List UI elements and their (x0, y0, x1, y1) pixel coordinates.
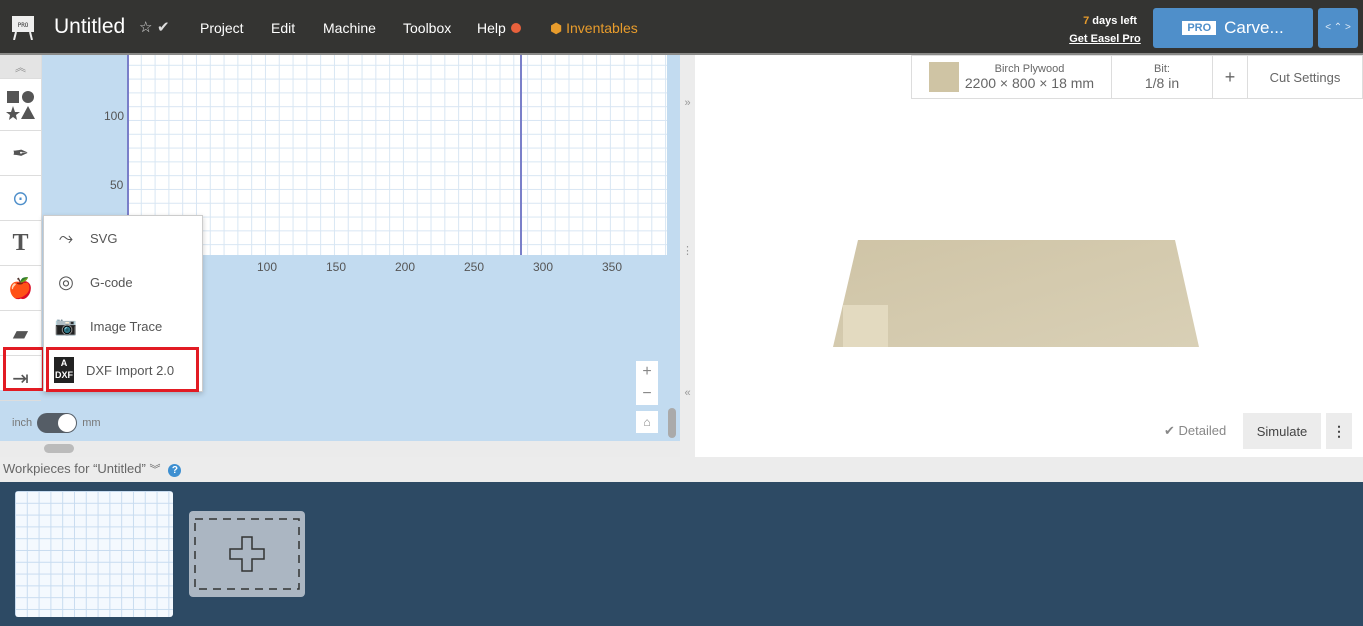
x-tick: 350 (602, 260, 623, 274)
menu-toolbox[interactable]: Toolbox (403, 20, 451, 36)
unit-inch: inch (12, 417, 33, 429)
dxf-highlight (46, 347, 199, 392)
menu-edit[interactable]: Edit (271, 20, 295, 36)
trial-days-left: 7 days left (1070, 15, 1150, 27)
gcode-rings-icon: ◎ (58, 271, 74, 292)
easel-pro-logo[interactable]: PRO (10, 14, 36, 40)
material-edge-right (520, 55, 522, 255)
pen-tool-icon[interactable]: ✒ (0, 131, 41, 176)
project-title[interactable]: Untitled (54, 15, 125, 39)
expand-left-icon[interactable]: « (680, 387, 695, 399)
workpieces-label[interactable]: Workpieces for “Untitled” (3, 461, 146, 476)
x-tick: 150 (326, 260, 347, 274)
x-tick: 300 (533, 260, 554, 274)
menu-project[interactable]: Project (200, 20, 244, 36)
unit-mm: mm (82, 417, 101, 429)
x-tick: 200 (395, 260, 416, 274)
expand-right-icon[interactable]: » (680, 97, 695, 109)
x-tick: 250 (464, 260, 485, 274)
svg-path-icon: ⤳ (58, 227, 74, 248)
add-bit-button[interactable]: + (1213, 56, 1248, 98)
unit-switch[interactable] (37, 413, 78, 433)
menu-label: SVG (90, 230, 118, 246)
3d-material-preview[interactable] (830, 238, 1202, 350)
check-icon: ✔ (1164, 423, 1179, 438)
horizontal-scrollbar-track (0, 441, 680, 457)
carve-region (843, 305, 888, 347)
menu-label: G-code (90, 274, 133, 290)
inventables-link[interactable]: ⬢ Inventables (550, 20, 638, 37)
panel-divider[interactable]: » ⋮ « (680, 55, 695, 457)
simulate-button[interactable]: Simulate (1243, 413, 1321, 449)
bit-label: Bit: (1154, 63, 1170, 75)
zoom-out-button[interactable]: − (636, 383, 658, 405)
material-bar: Birch Plywood 2200 × 800 × 18 mm Bit: 1/8 … (911, 55, 1363, 99)
chevron-down-icon[interactable]: ︾ (149, 464, 160, 476)
shapes-tool-icon[interactable] (0, 79, 41, 131)
zoom-in-button[interactable]: + (636, 361, 658, 383)
y-tick: 50 (110, 178, 124, 192)
cut-settings-button[interactable]: Cut Settings (1248, 56, 1362, 98)
workpieces-header: Workpieces for “Untitled” ︾? (0, 457, 1363, 482)
star-icon[interactable]: ☆ (139, 18, 152, 36)
carve-button[interactable]: PRO Carve... (1153, 8, 1313, 48)
get-easel-pro-link[interactable]: Get Easel Pro (1066, 33, 1144, 45)
drag-handle-icon[interactable]: ⋮ (680, 244, 695, 257)
workpiece-thumbnail[interactable] (15, 491, 173, 617)
vertical-scrollbar[interactable] (668, 408, 676, 438)
plus-icon (194, 518, 300, 590)
import-image-trace[interactable]: 📷 Image Trace (44, 304, 202, 348)
bit-value: 1/8 in (1144, 75, 1180, 91)
top-bar: PRO Untitled ☆ ✔ Project Edit Machine To… (0, 0, 1363, 55)
canvas-grid[interactable] (127, 55, 667, 255)
menu-help[interactable]: Help (477, 20, 521, 36)
add-workpiece-button[interactable] (189, 511, 305, 597)
inventables-label: Inventables (566, 20, 638, 36)
import-highlight (3, 347, 45, 391)
bit-selector[interactable]: Bit: 1/8 in (1112, 56, 1213, 98)
home-view-button[interactable]: ⌂ (636, 411, 658, 433)
apps-apple-icon[interactable]: 🍎 (0, 266, 41, 311)
menu-machine[interactable]: Machine (323, 20, 376, 36)
days-text: days left (1089, 15, 1137, 27)
import-gcode[interactable]: ◎ G-code (44, 260, 202, 304)
point-tool-icon[interactable]: ⊙ (0, 176, 41, 221)
pro-badge: PRO (1182, 21, 1217, 35)
svg-text:PRO: PRO (18, 22, 29, 29)
saved-check-icon: ✔ (157, 19, 170, 36)
import-svg[interactable]: ⤳ SVG (44, 216, 202, 260)
machine-jog-button[interactable]: < ⌃ > (1318, 8, 1358, 48)
material-swatch (928, 62, 959, 92)
notification-dot (510, 23, 521, 33)
camera-icon: 📷 (54, 315, 78, 336)
x-tick: 100 (257, 260, 278, 274)
text-tool-icon[interactable]: T (0, 221, 41, 266)
material-dimensions: 2200 × 800 × 18 mm (964, 75, 1095, 91)
menu-label: Image Trace (90, 318, 163, 334)
unit-toggle[interactable]: inch mm (12, 413, 101, 433)
help-icon[interactable]: ? (168, 464, 182, 477)
help-label: Help (477, 20, 506, 36)
more-options-icon[interactable]: ⋮ (1326, 413, 1352, 449)
carve-label: Carve... (1224, 18, 1284, 37)
collapse-tools-button[interactable]: ︽ (0, 55, 41, 79)
inventables-logo-icon: ⬢ (550, 20, 567, 36)
y-tick: 100 (104, 109, 125, 123)
material-name: Birch Plywood (994, 63, 1065, 75)
detailed-label: Detailed (1178, 423, 1227, 438)
zoom-controls: + − (636, 361, 658, 405)
horizontal-scrollbar[interactable] (44, 444, 74, 453)
tool-sidebar: ︽ ✒ ⊙ T 🍎 ▰ ⇥ (0, 55, 42, 401)
material-selector[interactable]: Birch Plywood 2200 × 800 × 18 mm (912, 56, 1112, 98)
detailed-toggle[interactable]: ✔ Detailed (1164, 423, 1226, 439)
